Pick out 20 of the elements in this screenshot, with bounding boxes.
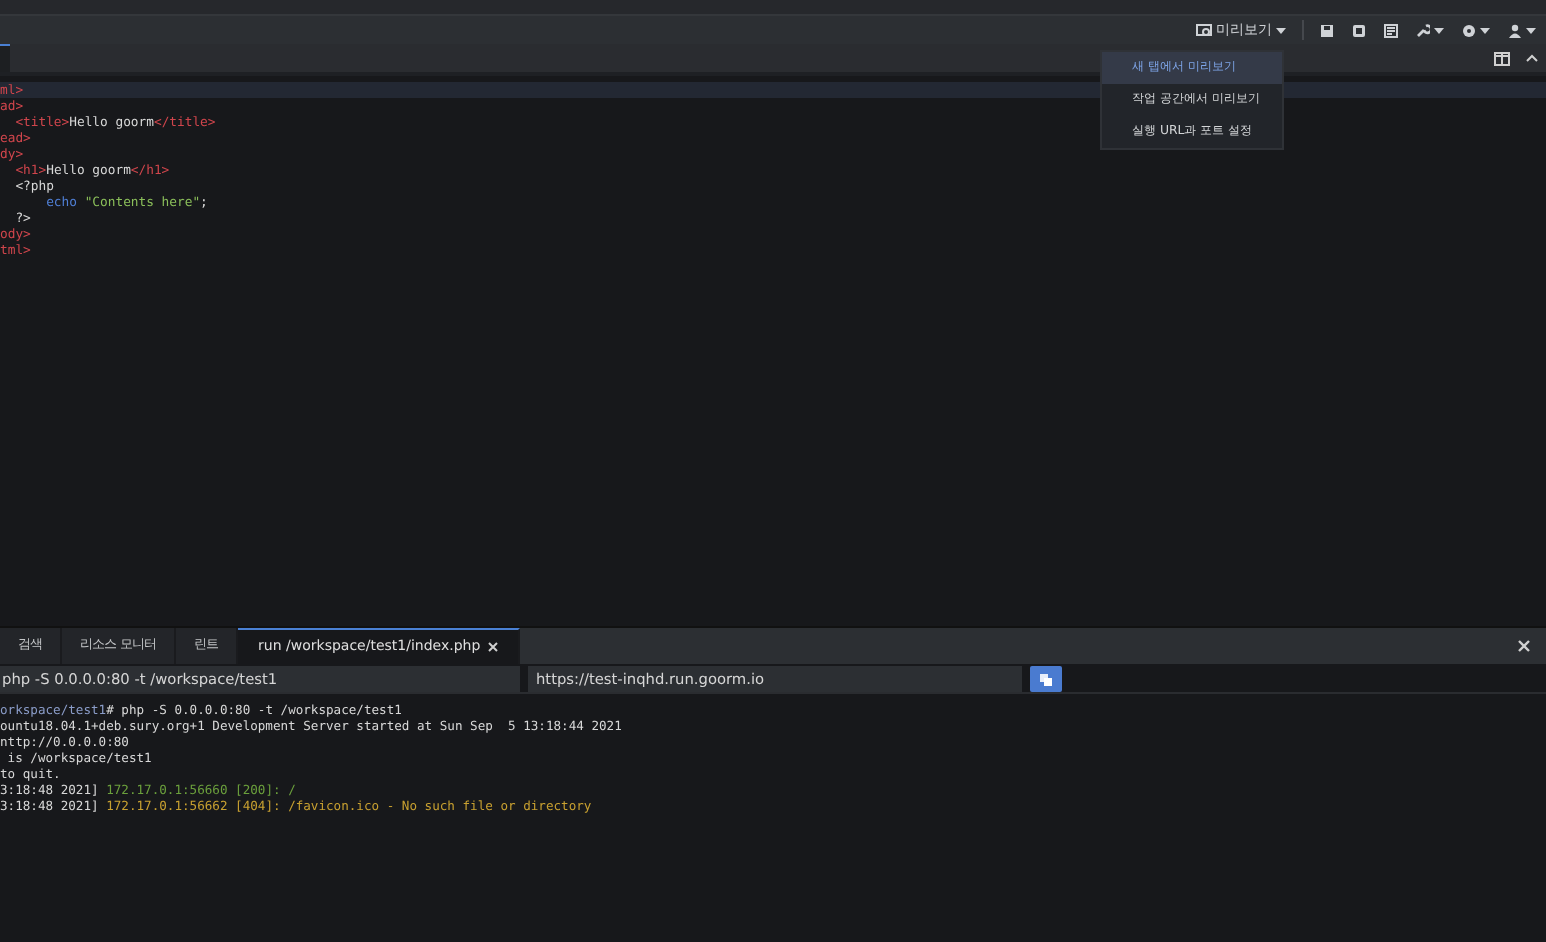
caret-icon xyxy=(1480,27,1490,33)
gear-button[interactable] xyxy=(1460,23,1492,37)
wrench-icon xyxy=(1416,23,1430,37)
caret-icon xyxy=(1526,27,1536,33)
close-icon[interactable] xyxy=(1518,640,1530,652)
user-button[interactable] xyxy=(1506,23,1538,37)
editor-tab[interactable] xyxy=(0,44,10,72)
gear-icon xyxy=(1462,23,1476,37)
preview-icon xyxy=(1196,23,1212,37)
caret-icon xyxy=(1276,27,1286,33)
split-view-icon[interactable] xyxy=(1494,51,1510,65)
copy-icon xyxy=(1040,673,1052,685)
caret-icon xyxy=(1434,27,1444,33)
wrench-button[interactable] xyxy=(1414,23,1446,37)
user-icon xyxy=(1508,23,1522,37)
save-button[interactable] xyxy=(1318,23,1336,37)
collapse-icon[interactable] xyxy=(1526,54,1538,62)
close-icon[interactable] xyxy=(488,642,499,652)
copy-button[interactable] xyxy=(1030,666,1062,692)
save-icon xyxy=(1320,23,1334,37)
